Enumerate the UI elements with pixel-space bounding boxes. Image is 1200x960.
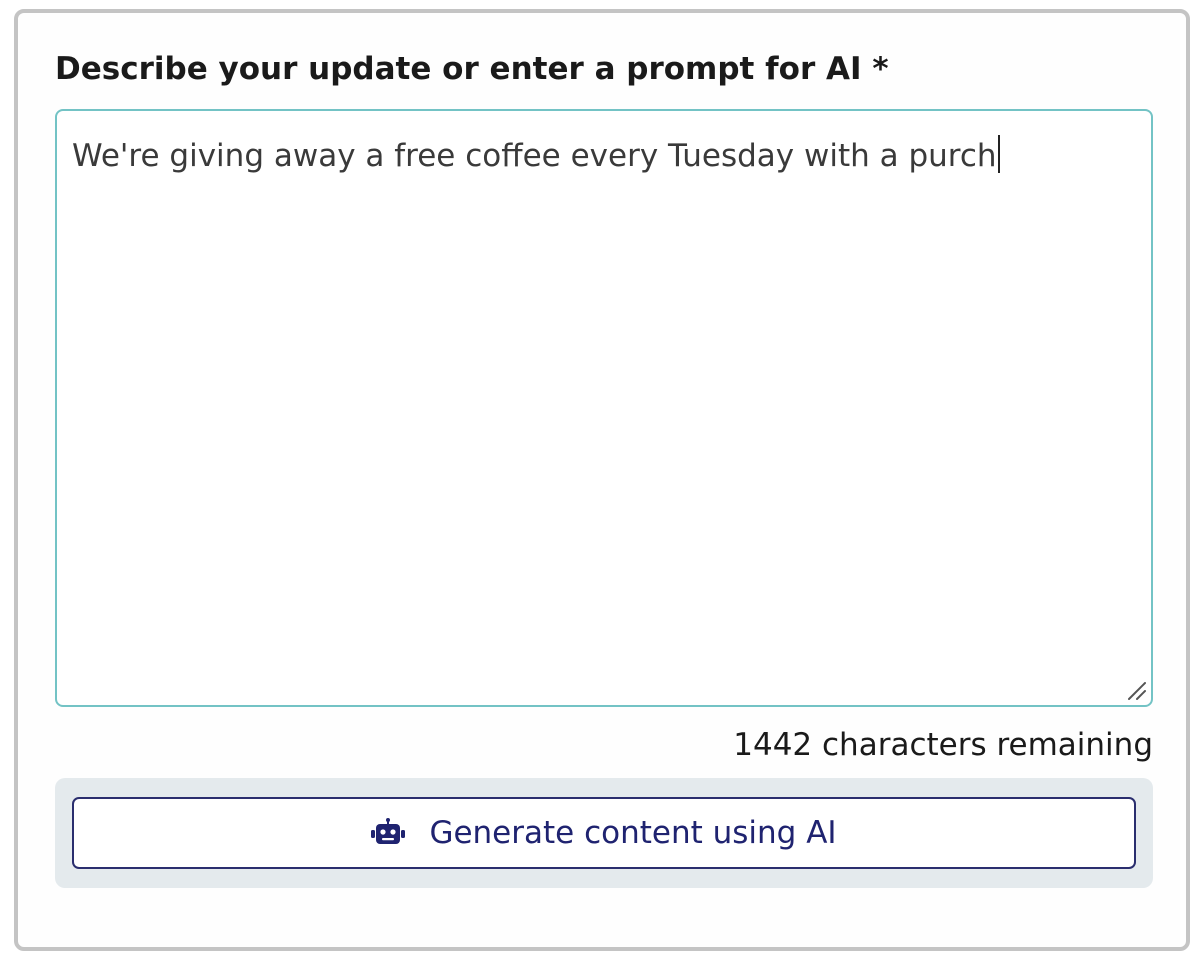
- robot-icon: [371, 818, 406, 844]
- text-caret: [997, 135, 1000, 173]
- prompt-textarea[interactable]: We're giving away a free coffee every Tu…: [55, 109, 1153, 707]
- update-form-card: Describe your update or enter a prompt f…: [14, 9, 1190, 951]
- generate-button-label: Generate content using AI: [429, 815, 837, 851]
- prompt-field-label: Describe your update or enter a prompt f…: [55, 51, 889, 87]
- resize-handle-icon[interactable]: [1125, 679, 1147, 701]
- prompt-text: We're giving away a free coffee every Tu…: [72, 138, 997, 174]
- prompt-textarea-value: We're giving away a free coffee every Tu…: [72, 135, 1000, 174]
- characters-remaining-counter: 1442 characters remaining: [733, 727, 1153, 763]
- ai-action-panel: Generate content using AI: [55, 778, 1153, 888]
- generate-content-button[interactable]: Generate content using AI: [72, 797, 1136, 869]
